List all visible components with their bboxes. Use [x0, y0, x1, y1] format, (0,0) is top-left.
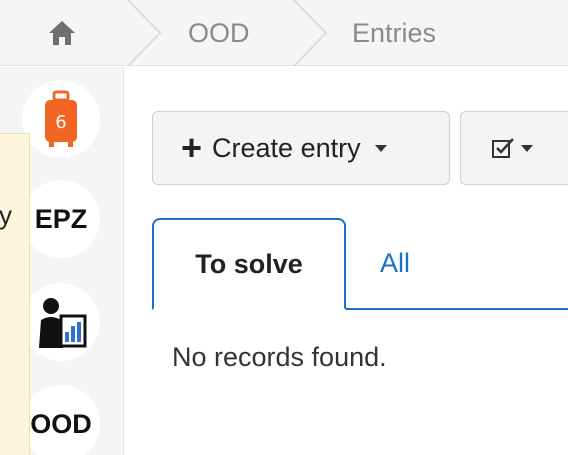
rail-item-luggage[interactable]: 6: [22, 80, 100, 158]
tab-to-solve[interactable]: To solve: [152, 218, 346, 310]
chevron-down-icon: [374, 144, 387, 152]
breadcrumb-separator: [127, 0, 162, 66]
rail-item-epz-label: EPZ: [34, 203, 88, 234]
create-entry-button[interactable]: + Create entry: [152, 111, 450, 185]
breadcrumb-bar: OOD Entries: [0, 0, 568, 66]
presenter-chart-icon: [39, 298, 87, 348]
breadcrumb-item-ood[interactable]: OOD: [188, 0, 250, 66]
bulk-action-button[interactable]: [460, 111, 568, 185]
checkbox-icon: [492, 138, 514, 158]
rail-item-epz[interactable]: EPZ: [22, 180, 100, 258]
chevron-down-icon: [521, 144, 533, 152]
luggage-icon: 6: [45, 90, 77, 147]
tooltip-popup: y: [0, 133, 30, 455]
create-entry-label: Create entry: [212, 132, 361, 163]
plus-icon: +: [181, 127, 203, 168]
tooltip-text: y: [0, 200, 12, 230]
breadcrumb-separator: [293, 0, 328, 66]
rail-item-presenter[interactable]: [22, 283, 100, 361]
rail-item-ood-label: OOD: [30, 408, 92, 439]
tab-to-solve-label: To solve: [195, 248, 303, 279]
empty-message: No records found.: [172, 342, 387, 372]
svg-text:6: 6: [55, 112, 66, 133]
home-button[interactable]: [0, 0, 124, 66]
breadcrumb-item-entries[interactable]: Entries: [352, 0, 436, 66]
rail-item-ood[interactable]: OOD: [22, 385, 100, 455]
tab-all[interactable]: All: [380, 218, 410, 308]
home-icon: [49, 21, 75, 45]
